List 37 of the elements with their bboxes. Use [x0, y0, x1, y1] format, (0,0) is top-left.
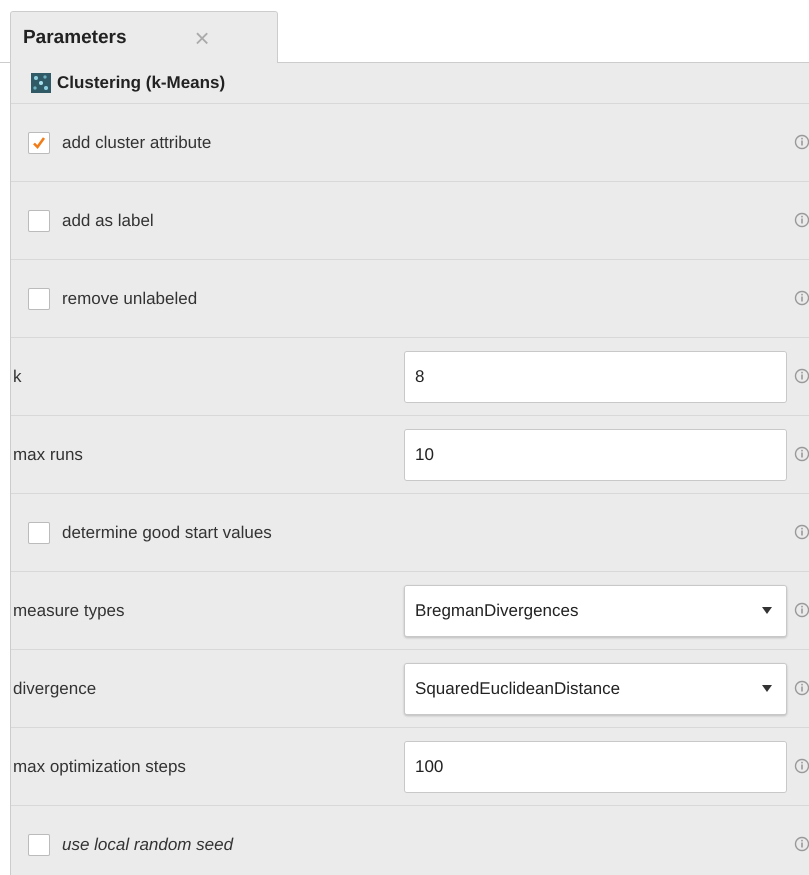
checkbox-label: add as label: [62, 210, 154, 230]
cluster-icon: [31, 73, 51, 93]
info-icon[interactable]: [794, 368, 809, 384]
dropdown[interactable]: SquaredEuclideanDistance: [404, 662, 787, 714]
check-icon: [31, 134, 47, 150]
info-icon[interactable]: [794, 680, 809, 696]
checkbox-label: determine good start values: [62, 522, 272, 542]
parameter-label: divergence: [12, 678, 98, 698]
info-icon[interactable]: [794, 758, 809, 774]
checkbox[interactable]: [28, 210, 50, 232]
checkbox[interactable]: [28, 834, 50, 856]
checkbox[interactable]: [28, 522, 50, 544]
input-field[interactable]: 10: [404, 428, 787, 480]
input-field[interactable]: 100: [404, 740, 787, 792]
parameters-tab[interactable]: Parameters ×: [10, 11, 278, 63]
checkbox-label: remove unlabeled: [62, 288, 198, 308]
dropdown[interactable]: BregmanDivergences: [404, 584, 787, 636]
info-icon[interactable]: [794, 134, 809, 150]
caret-icon: [762, 684, 772, 692]
parameter-label: measure types: [12, 600, 126, 620]
info-icon[interactable]: [794, 212, 809, 228]
tab-label: Parameters: [23, 26, 127, 48]
parameter-label: max runs: [12, 444, 84, 464]
info-icon[interactable]: [794, 836, 809, 852]
parameter-label: k: [12, 366, 22, 386]
checkbox[interactable]: [28, 288, 50, 310]
input-field[interactable]: 8: [404, 350, 787, 402]
checkbox-label: add cluster attribute: [62, 132, 212, 152]
parameter-label: max optimization steps: [12, 756, 187, 776]
info-icon[interactable]: [794, 290, 809, 306]
info-icon[interactable]: [794, 524, 809, 540]
checkbox[interactable]: [28, 132, 50, 154]
info-icon[interactable]: [794, 446, 809, 462]
info-icon[interactable]: [794, 602, 809, 618]
checkbox-label: use local random seed: [62, 834, 234, 854]
operator-title: Clustering (k-Means): [57, 73, 226, 93]
caret-icon: [762, 606, 772, 614]
